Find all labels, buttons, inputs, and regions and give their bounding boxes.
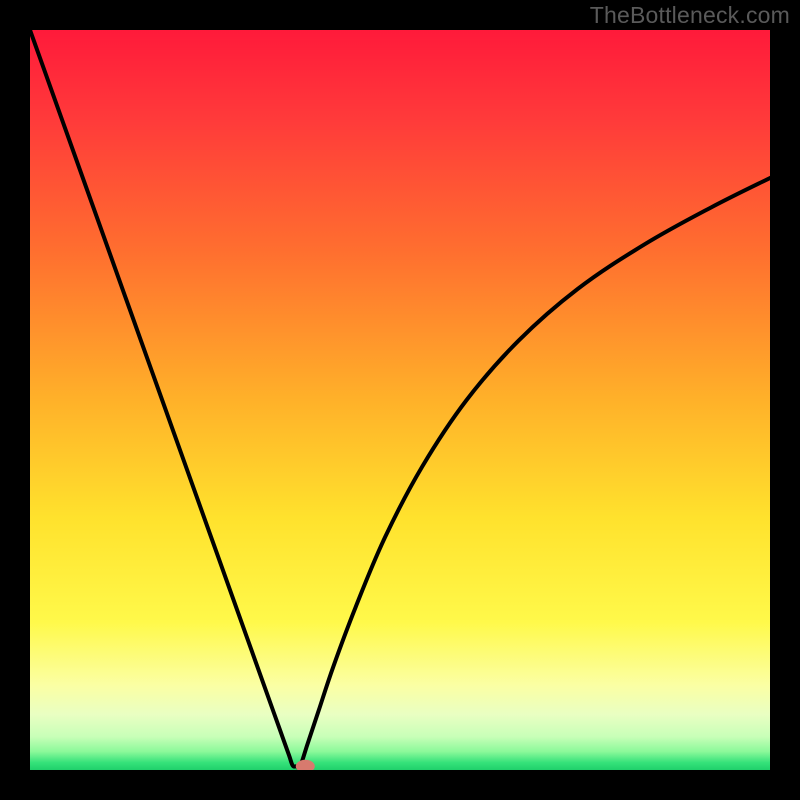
chart-frame: TheBottleneck.com (0, 0, 800, 800)
optimal-point-marker (296, 760, 314, 770)
watermark-text: TheBottleneck.com (590, 2, 790, 29)
plot-background (30, 30, 770, 770)
chart-plot (30, 30, 770, 770)
